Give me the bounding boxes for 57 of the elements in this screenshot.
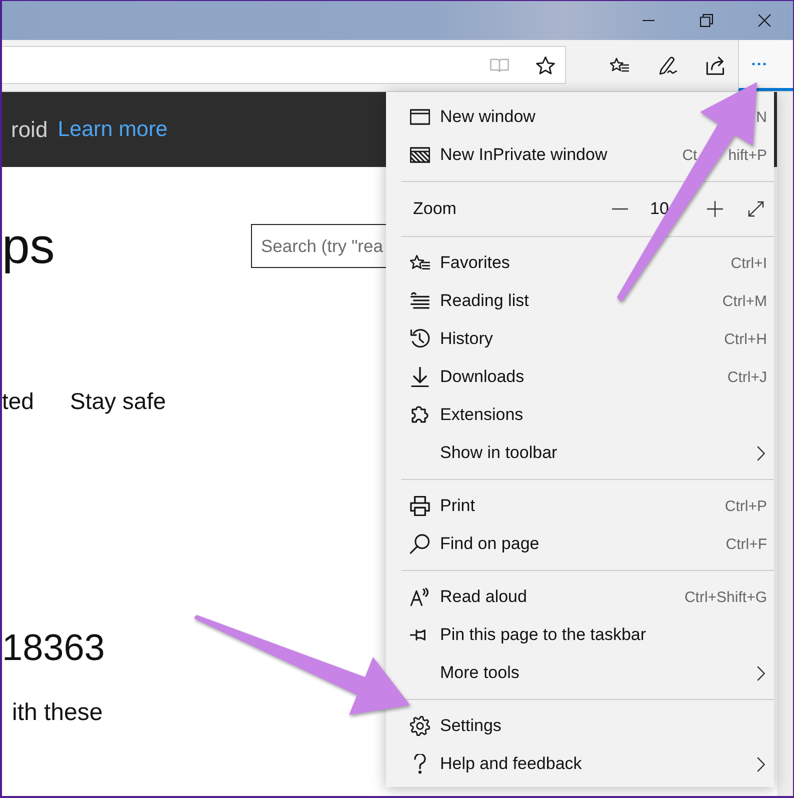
page-heading: ps — [2, 221, 55, 271]
book-icon — [490, 56, 508, 74]
nav-link[interactable]: ted — [2, 386, 34, 416]
shortcut-text: hift+P — [728, 146, 767, 164]
menu-item[interactable]: Find on page Ctrl+F — [386, 525, 774, 563]
restore-icon — [700, 14, 712, 27]
minus-icon — [612, 208, 628, 210]
menu-item[interactable]: Print Ctrl+P — [386, 487, 774, 525]
learn-more-link[interactable]: Learn more — [58, 117, 168, 142]
zoom-level: 10 — [650, 199, 670, 219]
settings-icon — [410, 716, 430, 736]
menu-item[interactable]: Read aloud Ctrl+Shift+G — [386, 578, 774, 616]
menu-item[interactable]: New InPrivate window Ct hift+P — [386, 136, 774, 174]
shortcut-text: Ctrl+P — [724, 498, 767, 514]
printer-icon — [410, 496, 430, 516]
menu-item[interactable]: More tools — [386, 654, 774, 692]
window-icon — [410, 107, 430, 127]
search-field[interactable]: Search (try "rea — [251, 224, 387, 268]
download-icon — [410, 367, 430, 387]
pen-icon — [658, 56, 676, 75]
banner-text: roid — [11, 116, 48, 142]
menu-item[interactable]: Downloads Ctrl+J — [386, 358, 774, 396]
shortcut-text: N — [756, 108, 767, 126]
menu-item[interactable]: Show in toolbar — [386, 434, 774, 472]
menu-item[interactable]: Settings — [386, 707, 774, 745]
search-icon — [410, 534, 430, 554]
puzzle-icon — [410, 405, 430, 425]
share-icon — [706, 56, 724, 75]
read-aloud-icon — [410, 587, 430, 607]
star-icon — [536, 56, 554, 74]
expand-icon — [748, 201, 764, 217]
shortcut-text: Ctrl+H — [724, 330, 767, 348]
menu-item[interactable]: New window N — [386, 98, 774, 136]
clock-icon — [410, 329, 430, 349]
subtitle-text: ith these — [12, 698, 103, 728]
menu-item[interactable]: Reading list Ctrl+M — [386, 282, 774, 320]
menu-item[interactable]: Extensions — [386, 396, 774, 434]
shortcut-text: Ct — [682, 146, 698, 164]
menu-item[interactable]: History Ctrl+H — [386, 320, 774, 358]
more-button[interactable] — [738, 40, 793, 91]
menu-item[interactable]: Pin this page to the taskbar — [386, 616, 774, 654]
zoom-label: Zoom — [413, 199, 458, 219]
shortcut-text: Ctrl+M — [722, 292, 767, 310]
more-icon — [752, 62, 766, 66]
shortcut-text: Ctrl+J — [727, 368, 767, 386]
menu-item[interactable]: Favorites Ctrl+I — [386, 244, 774, 282]
menu-item[interactable]: Help and feedback — [386, 745, 774, 783]
reading-list-icon — [410, 291, 430, 311]
minimize-icon — [642, 20, 654, 21]
plus-icon — [707, 201, 723, 217]
private-window-icon — [410, 145, 430, 165]
shortcut-text: Ctrl+Shift+G — [684, 588, 767, 606]
shortcut-text: Ctrl+I — [730, 254, 767, 272]
shortcut-text: Ctrl+F — [726, 536, 767, 552]
close-icon — [758, 14, 770, 27]
build-number: 18363 — [2, 626, 105, 670]
nav-link[interactable]: Stay safe — [70, 386, 166, 416]
